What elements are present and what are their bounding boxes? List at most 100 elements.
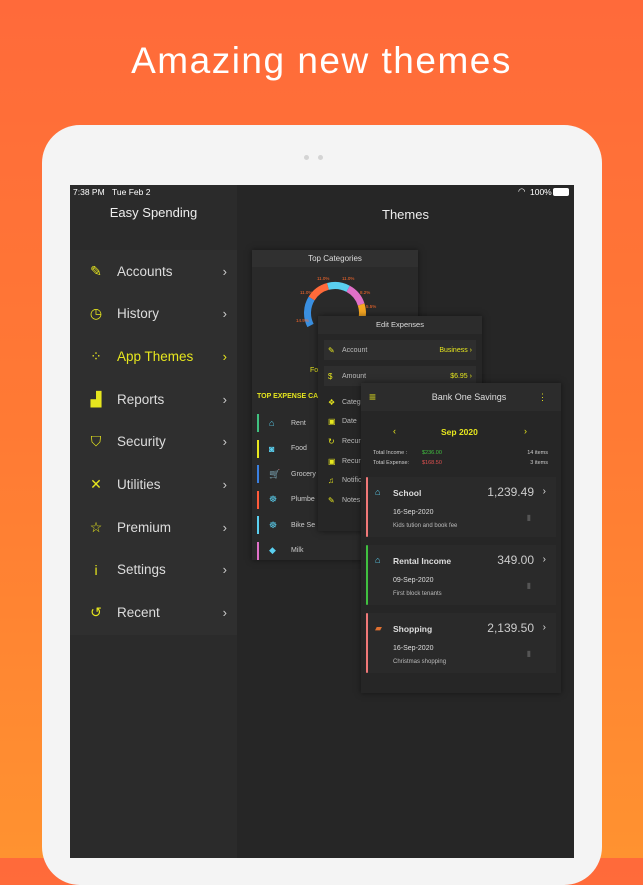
next-month-button[interactable]: › (524, 426, 527, 436)
transaction-title: Shopping (393, 624, 433, 634)
top-expense-row[interactable]: ☸ Plumbe (257, 490, 317, 510)
status-bar: 7:38 PM Tue Feb 2 ◠ 100% (70, 185, 574, 199)
pct-label: 5.5% (366, 304, 377, 309)
chevron-right-icon: › (222, 477, 227, 492)
bank-account-card: ≡ Bank One Savings ⋮ ‹ Sep 2020 › Total … (361, 383, 561, 693)
chevron-right-icon: › (222, 391, 227, 407)
house-icon: ⌂ (269, 418, 275, 428)
calendar-icon: ▣ (328, 417, 336, 427)
chevron-right-icon: › (222, 348, 227, 364)
color-bar (366, 545, 368, 605)
status-time: 7:38 PM (73, 187, 105, 197)
sidebar-item-settings[interactable]: i Settings › (70, 549, 237, 591)
sidebar-item-premium[interactable]: ☆ Premium › (70, 506, 237, 548)
chevron-right-icon: › (222, 434, 227, 450)
pct-label: 11.0% (342, 276, 355, 281)
color-bar (257, 541, 259, 560)
color-bar (257, 414, 259, 432)
dollar-icon: $ (328, 371, 333, 381)
more-icon[interactable]: ⋮ (538, 392, 547, 403)
top-expense-row[interactable]: ☸ Bike Se (257, 515, 317, 535)
top-expense-row[interactable]: ◙ Food (257, 439, 317, 459)
sidebar-item-recent[interactable]: ↺ Recent › (70, 592, 237, 634)
top-expense-row[interactable]: ⌂ Rent (257, 413, 317, 433)
income-items: 14 items (527, 450, 548, 456)
color-bar (366, 477, 368, 537)
transaction-note: Christmas shopping (393, 659, 447, 665)
sidebar-item-accounts[interactable]: ✎ Accounts › (70, 250, 237, 292)
sidebar-item-app-themes[interactable]: ⁘ App Themes › (70, 335, 237, 377)
color-bar (257, 490, 259, 509)
bell-icon: ♫ (328, 476, 334, 486)
status-date: Tue Feb 2 (112, 187, 151, 197)
sidebar-item-reports[interactable]: ▟ Reports › (70, 378, 237, 420)
transaction-note: First block tenants (393, 591, 442, 597)
month-label: Sep 2020 (441, 427, 478, 437)
house-icon: ⌂ (375, 487, 381, 497)
edit-expenses-title: Edit Expenses (318, 316, 482, 334)
transaction-row[interactable]: ⌂ Rental Income 349.00 › 09-Sep-2020 Fir… (366, 545, 556, 605)
edit-icon: ✎ (328, 345, 335, 355)
category-label: Grocery (291, 470, 316, 478)
category-label: Milk (291, 547, 304, 554)
star-icon: ☆ (89, 518, 103, 535)
total-income: $236.00 (422, 450, 442, 456)
top-categories-title: Top Categories (252, 250, 418, 267)
total-expense: $168.50 (422, 460, 442, 466)
sidebar-item-label: History (117, 306, 160, 322)
menu-icon[interactable]: ≡ (369, 390, 429, 404)
wifi-icon: ◠ (518, 186, 526, 196)
transaction-amount: 2,139.50 (487, 621, 534, 635)
worker-icon: ☸ (269, 519, 278, 530)
category-label: Plumbe (291, 496, 315, 503)
shield-icon: ⛉ (90, 433, 102, 450)
top-expense-row[interactable]: ◆ Milk (257, 541, 317, 561)
transaction-title: Rental Income (393, 556, 452, 566)
battery-percent: 100% (530, 187, 552, 197)
transaction-row[interactable]: ▰ Shopping 2,139.50 › 16-Sep-2020 Christ… (366, 613, 556, 673)
sidebar-item-security[interactable]: ⛉ Security › (70, 421, 237, 463)
sidebar-item-label: App Themes (117, 348, 194, 364)
prev-month-button[interactable]: ‹ (393, 426, 396, 436)
pct-label: 14.9% (296, 318, 309, 323)
sidebar-item-label: Settings (117, 562, 166, 578)
field-label: Account (342, 346, 368, 354)
pct-label: 11.0% (300, 290, 313, 295)
trash-icon[interactable]: ▮ (527, 649, 531, 658)
cart-icon: 🛒 (269, 468, 281, 479)
sidebar-item-utilities[interactable]: ✕ Utilities › (70, 464, 237, 506)
top-expense-title: TOP EXPENSE CA (257, 393, 319, 400)
camera-dot (304, 155, 309, 160)
edit-row-account[interactable]: ✎ Account Business › (324, 340, 476, 360)
field-label: Amount (342, 372, 367, 380)
bank-header: ≡ Bank One Savings ⋮ (361, 383, 561, 411)
field-label: Notes (342, 497, 361, 504)
field-value-text: Business (439, 346, 468, 354)
trash-icon[interactable]: ▮ (527, 513, 531, 522)
phone-edit-icon: ✎ (90, 262, 102, 279)
color-bar (366, 613, 368, 673)
pct-label: 8.2% (360, 290, 371, 295)
pct-label: 11.0% (317, 276, 330, 281)
sidebar-title: Easy Spending (109, 205, 198, 220)
palette-dots-icon: ⁘ (90, 347, 102, 364)
sidebar-item-label: Utilities (117, 477, 161, 492)
donut-segment (327, 282, 350, 292)
category-label: Food (291, 445, 307, 452)
donut-segment (346, 285, 365, 306)
house-icon: ⌂ (375, 555, 381, 565)
category-icon: ❖ (328, 397, 336, 407)
total-income-label: Total Income : (373, 450, 408, 456)
bank-title: Bank One Savings (431, 392, 507, 402)
color-bar (257, 439, 259, 458)
food-icon: ◙ (269, 443, 275, 454)
trash-icon[interactable]: ▮ (527, 581, 531, 590)
sidebar-item-history[interactable]: ◷ History › (70, 293, 237, 335)
top-expense-row[interactable]: 🛒 Grocery (257, 464, 317, 484)
note-icon: ✎ (328, 496, 335, 505)
chevron-right-icon: › (222, 562, 227, 578)
chevron-right-icon: › (542, 554, 546, 565)
transaction-row[interactable]: ⌂ School 1,239.49 › 16-Sep-2020 Kids tut… (366, 477, 556, 537)
sidebar-item-label: Reports (117, 391, 165, 407)
sidebar-item-label: Security (117, 434, 166, 450)
